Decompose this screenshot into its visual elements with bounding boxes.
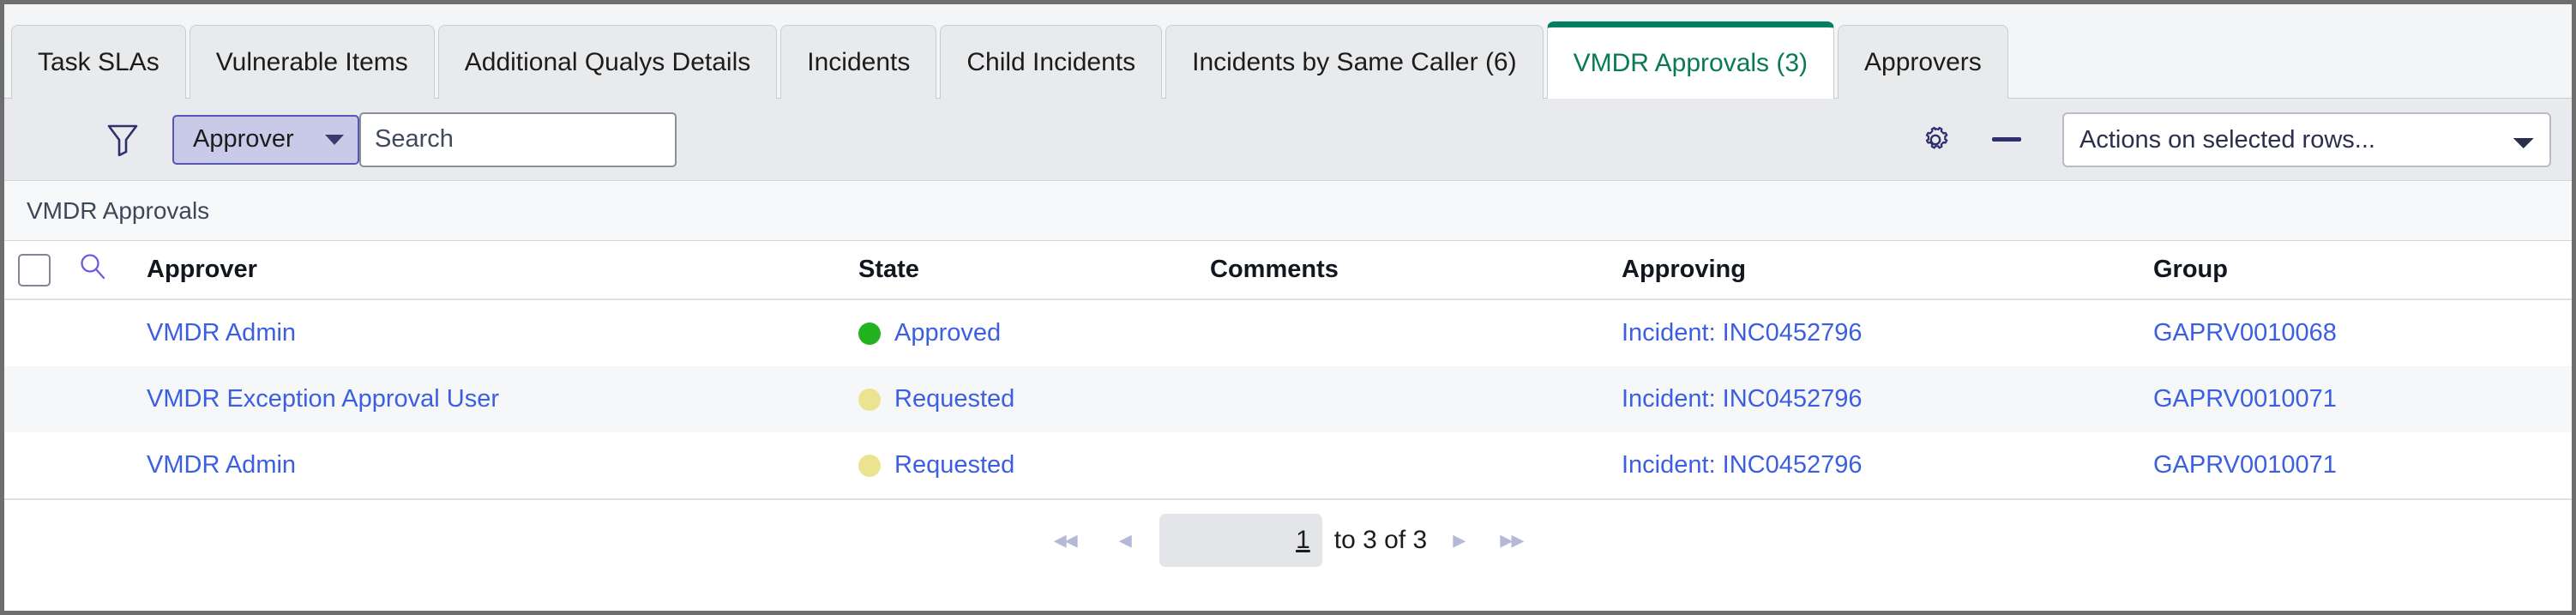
cell-group: GAPRV0010071 bbox=[2153, 366, 2572, 432]
group-link[interactable]: GAPRV0010071 bbox=[2153, 385, 2337, 413]
column-header-label: Group bbox=[2153, 256, 2228, 283]
tab-approvers[interactable]: Approvers bbox=[1838, 25, 2008, 99]
approver-link[interactable]: VMDR Admin bbox=[147, 319, 296, 347]
pagination-bar: ◂◂ ◂ to 3 of 3 ▸ ▸▸ bbox=[4, 498, 2572, 581]
row-icon-cell bbox=[64, 299, 121, 366]
state-link[interactable]: Requested bbox=[894, 385, 1014, 413]
table-row[interactable]: VMDR Admin Requested Incident: INC045279… bbox=[4, 432, 2572, 498]
tab-task-slas[interactable]: Task SLAs bbox=[11, 25, 186, 99]
tab-incidents[interactable]: Incidents bbox=[780, 25, 937, 99]
state-dot-approved bbox=[858, 322, 881, 345]
hamburger-menu-icon[interactable] bbox=[33, 125, 69, 154]
column-header-label: Approver bbox=[147, 256, 257, 283]
approving-link[interactable]: Incident: INC0452796 bbox=[1622, 451, 1863, 479]
next-page-icon[interactable]: ▸ bbox=[1446, 528, 1471, 553]
state-dot-requested bbox=[858, 388, 881, 411]
breadcrumb-label: VMDR Approvals bbox=[27, 196, 210, 224]
state-link[interactable]: Requested bbox=[894, 451, 1014, 479]
tab-label: Incidents by Same Caller (6) bbox=[1192, 47, 1517, 76]
column-header-comments[interactable]: Comments bbox=[1210, 241, 1622, 300]
row-select-cell[interactable] bbox=[4, 432, 64, 498]
gear-icon[interactable] bbox=[1918, 123, 1953, 157]
group-link[interactable]: GAPRV0010071 bbox=[2153, 451, 2337, 479]
tab-label: Additional Qualys Details bbox=[464, 47, 751, 76]
previous-page-icon[interactable]: ◂ bbox=[1112, 528, 1137, 553]
tab-label: Vulnerable Items bbox=[215, 47, 408, 76]
row-select-cell[interactable] bbox=[4, 366, 64, 432]
minus-icon[interactable] bbox=[1992, 137, 2021, 142]
approver-link[interactable]: VMDR Admin bbox=[147, 451, 296, 479]
chevron-down-icon bbox=[325, 134, 344, 145]
tab-label: Child Incidents bbox=[966, 47, 1136, 76]
table-header-row: Approver State Comments Approving Group bbox=[4, 241, 2572, 300]
cell-approving: Incident: INC0452796 bbox=[1622, 432, 2153, 498]
approving-link[interactable]: Incident: INC0452796 bbox=[1622, 385, 1863, 413]
column-search-header bbox=[64, 241, 121, 300]
page-number-input[interactable] bbox=[1159, 514, 1322, 567]
cell-comments bbox=[1210, 366, 1622, 432]
table-head: Approver State Comments Approving Group bbox=[4, 241, 2572, 300]
cell-approving: Incident: INC0452796 bbox=[1622, 366, 2153, 432]
cell-group: GAPRV0010068 bbox=[2153, 299, 2572, 366]
first-page-icon[interactable]: ◂◂ bbox=[1047, 528, 1083, 553]
field-selector-dropdown[interactable]: Approver bbox=[172, 114, 359, 165]
tab-label: VMDR Approvals (3) bbox=[1573, 48, 1809, 77]
cell-state: Requested bbox=[858, 432, 1210, 498]
cell-comments bbox=[1210, 432, 1622, 498]
column-header-approver[interactable]: Approver bbox=[121, 241, 858, 300]
column-header-approving[interactable]: Approving bbox=[1622, 241, 2153, 300]
cell-approver: VMDR Admin bbox=[121, 432, 858, 498]
row-icon-cell bbox=[64, 366, 121, 432]
actions-on-selected-rows-select[interactable]: Actions on selected rows... bbox=[2062, 112, 2551, 167]
funnel-filter-icon[interactable] bbox=[107, 124, 138, 156]
table-row[interactable]: VMDR Admin Approved Incident: INC0452796… bbox=[4, 299, 2572, 366]
approvals-table: Approver State Comments Approving Group bbox=[4, 241, 2572, 498]
tab-child-incidents[interactable]: Child Incidents bbox=[940, 25, 1163, 99]
tab-vulnerable-items[interactable]: Vulnerable Items bbox=[189, 25, 435, 99]
cell-approver: VMDR Exception Approval User bbox=[121, 366, 858, 432]
approver-link[interactable]: VMDR Exception Approval User bbox=[147, 385, 499, 413]
tab-vmdr-approvals[interactable]: VMDR Approvals (3) bbox=[1546, 21, 1835, 99]
group-link[interactable]: GAPRV0010068 bbox=[2153, 319, 2337, 347]
field-selector-label: Approver bbox=[193, 125, 294, 153]
approving-link[interactable]: Incident: INC0452796 bbox=[1622, 319, 1863, 347]
cell-approver: VMDR Admin bbox=[121, 299, 858, 366]
select-all-checkbox[interactable] bbox=[18, 253, 51, 286]
search-input[interactable] bbox=[359, 112, 677, 167]
table-body: VMDR Admin Approved Incident: INC0452796… bbox=[4, 299, 2572, 498]
select-all-header bbox=[4, 241, 64, 300]
last-page-icon[interactable]: ▸▸ bbox=[1493, 528, 1529, 553]
cell-comments bbox=[1210, 299, 1622, 366]
row-icon-cell bbox=[64, 432, 121, 498]
column-header-label: Comments bbox=[1210, 256, 1339, 283]
cell-group: GAPRV0010071 bbox=[2153, 432, 2572, 498]
cell-state: Requested bbox=[858, 366, 1210, 432]
tab-label: Incidents bbox=[807, 47, 911, 76]
list-toolbar: Approver Actions on selected rows... bbox=[4, 99, 2572, 181]
breadcrumb: VMDR Approvals bbox=[4, 181, 2572, 241]
tab-incidents-by-same-caller[interactable]: Incidents by Same Caller (6) bbox=[1165, 25, 1544, 99]
row-select-cell[interactable] bbox=[4, 299, 64, 366]
tab-additional-qualys-details[interactable]: Additional Qualys Details bbox=[437, 25, 778, 99]
toolbar-right-group: Actions on selected rows... bbox=[1918, 112, 2551, 167]
tab-label: Approvers bbox=[1864, 47, 1982, 76]
vmdr-approvals-related-list-panel: Task SLAs Vulnerable Items Additional Qu… bbox=[0, 0, 2576, 615]
column-header-label: Approving bbox=[1622, 256, 1746, 283]
state-dot-requested bbox=[858, 454, 881, 477]
tab-label: Task SLAs bbox=[38, 47, 159, 76]
column-header-group[interactable]: Group bbox=[2153, 241, 2572, 300]
cell-approving: Incident: INC0452796 bbox=[1622, 299, 2153, 366]
column-header-state[interactable]: State bbox=[858, 241, 1210, 300]
column-header-label: State bbox=[858, 256, 919, 283]
pagination-range-label: to 3 of 3 bbox=[1333, 526, 1428, 554]
state-link[interactable]: Approved bbox=[894, 319, 1001, 347]
magnifier-icon[interactable] bbox=[78, 252, 107, 288]
cell-state: Approved bbox=[858, 299, 1210, 366]
table-row[interactable]: VMDR Exception Approval User Requested I… bbox=[4, 366, 2572, 432]
related-list-tab-bar: Task SLAs Vulnerable Items Additional Qu… bbox=[4, 4, 2572, 99]
